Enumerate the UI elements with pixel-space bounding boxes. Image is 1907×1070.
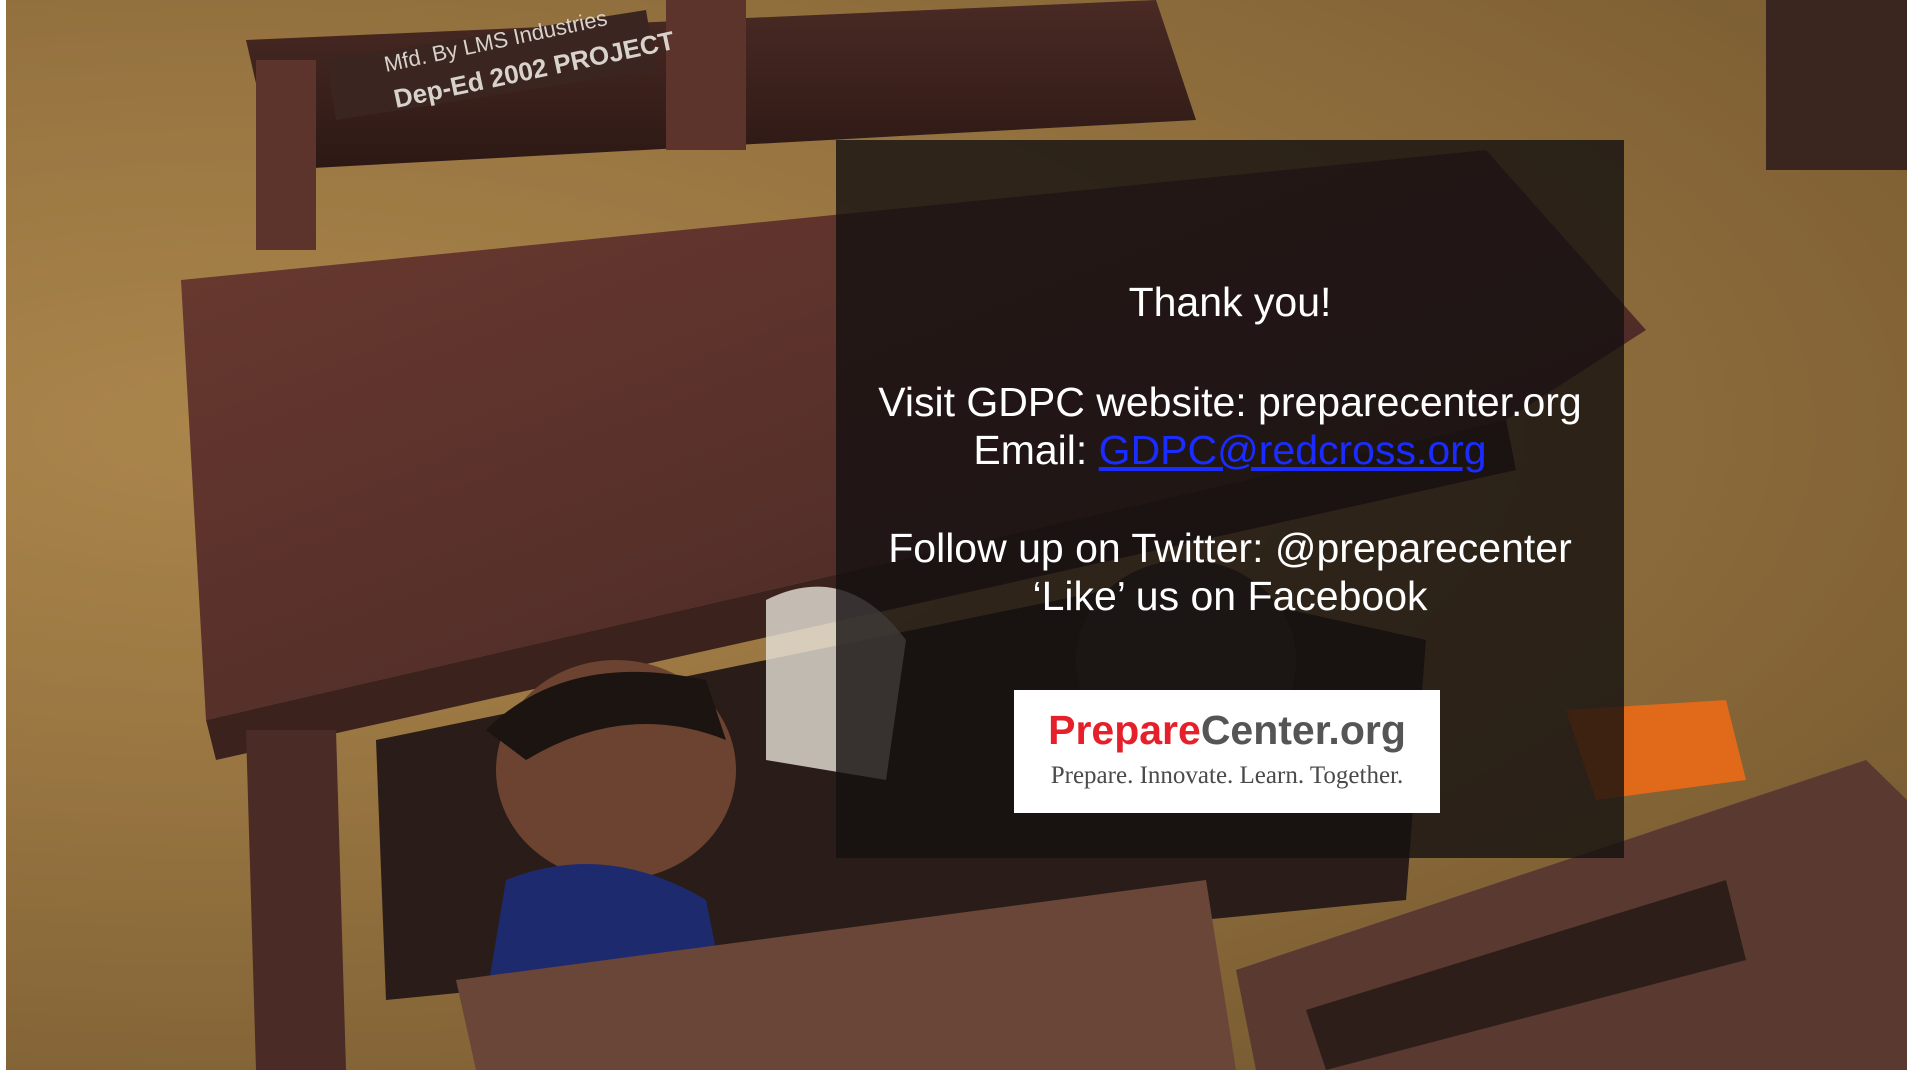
email-label: Email: [973,427,1099,473]
top-right-chair [1766,0,1907,170]
logo-word-gray: Center.org [1200,707,1406,753]
message-panel: Thank you! Visit GDPC website: preparece… [836,140,1624,858]
email-line: Email: GDPC@redcross.org [836,426,1624,474]
logo-wordmark: PrepareCenter.org [1022,706,1432,754]
logo-tagline: Prepare. Innovate. Learn. Together. [1050,762,1404,789]
slide: Mfd. By LMS Industries Dep-Ed 2002 PROJE… [6,0,1907,1070]
twitter-line: Follow up on Twitter: @preparecenter [888,525,1572,571]
facebook-line: ‘Like’ us on Facebook [1032,573,1428,619]
email-link[interactable]: GDPC@redcross.org [1099,427,1487,473]
website-line: Visit GDPC website: preparecenter.org [878,379,1582,425]
preparecenter-logo[interactable]: PrepareCenter.org Prepare. Innovate. Lea… [1014,690,1440,813]
logo-word-red: Prepare [1048,707,1201,753]
thank-you-heading: Thank you! [1128,279,1332,325]
